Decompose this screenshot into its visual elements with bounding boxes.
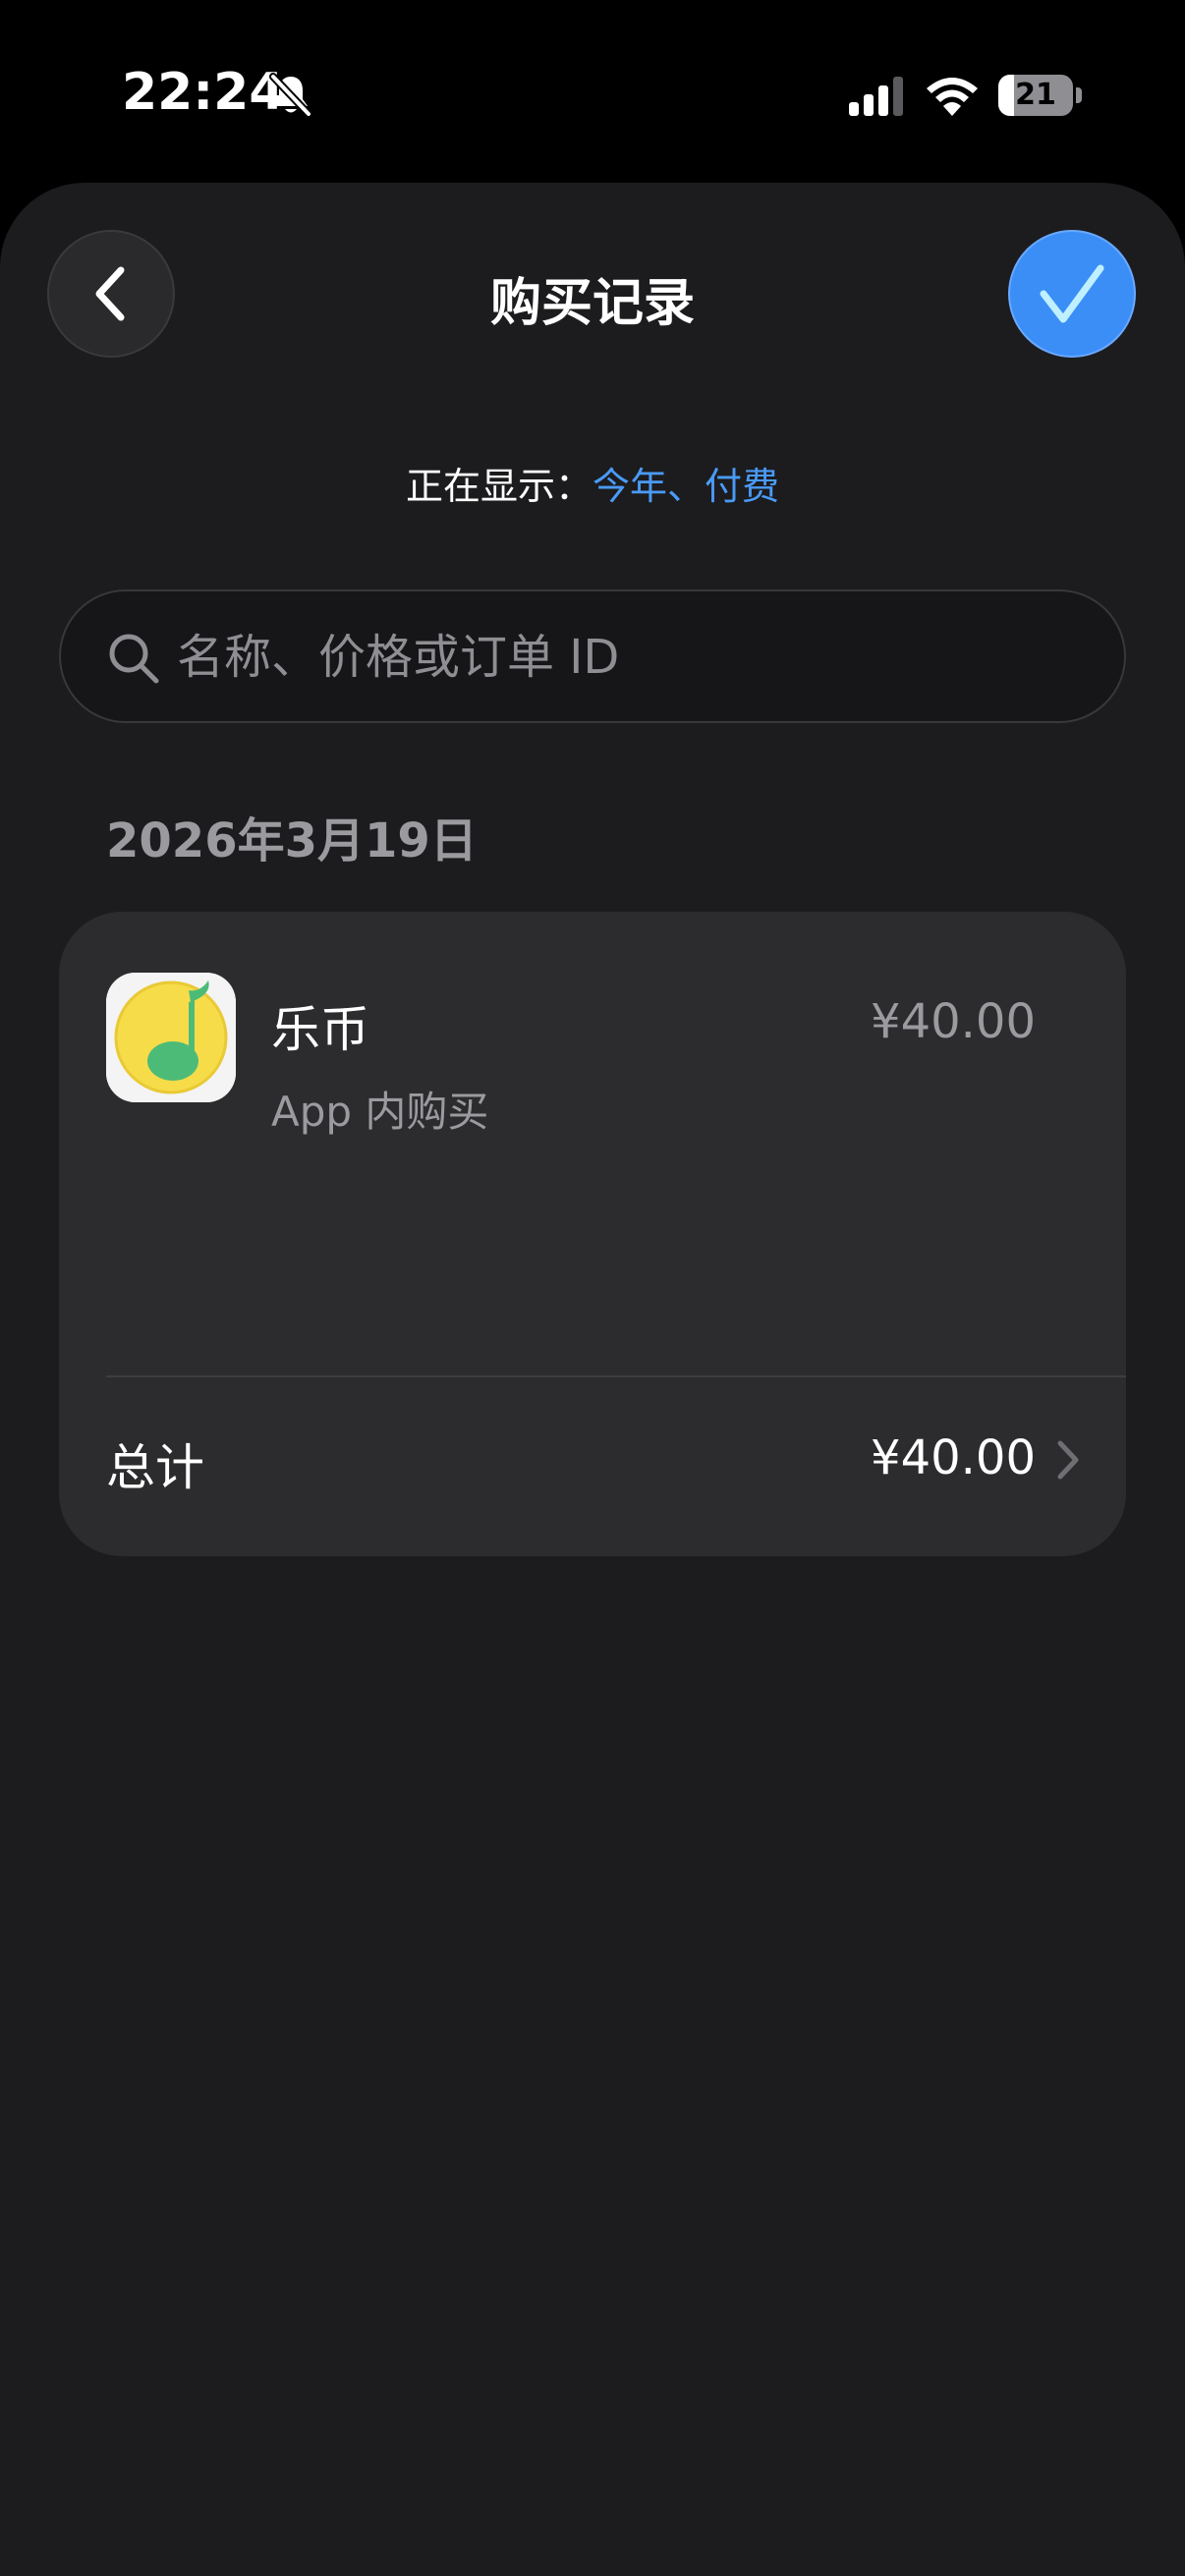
back-button[interactable]	[47, 230, 175, 358]
total-value: ¥40.00	[871, 1430, 1036, 1485]
checkmark-icon	[1040, 264, 1104, 323]
search-box[interactable]	[59, 589, 1126, 723]
music-note-app-icon	[106, 973, 236, 1102]
status-bar: 22:24 21	[0, 0, 1185, 187]
status-time: 22:24	[122, 63, 285, 122]
page-title: 购买记录	[489, 274, 695, 333]
purchase-history-sheet: 购买记录 正在显示：今年、付费 2026年3月19日 乐币 App 内购	[0, 183, 1185, 2576]
battery-body: 21	[998, 75, 1073, 116]
chevron-right-icon	[1057, 1440, 1079, 1480]
item-type: App 内购买	[271, 1088, 489, 1136]
filter-prefix: 正在显示：	[405, 465, 592, 508]
chevron-left-icon	[95, 266, 125, 321]
bell-slash-icon	[269, 73, 312, 118]
filter-value-link[interactable]: 今年、付费	[592, 465, 779, 508]
total-row[interactable]: 总计 ¥40.00	[59, 1377, 1126, 1556]
confirm-button[interactable]	[1008, 230, 1136, 358]
item-price: ¥40.00	[871, 994, 1036, 1049]
battery-cap	[1076, 87, 1082, 103]
purchase-card: 乐币 App 内购买 ¥40.00 总计 ¥40.00	[59, 912, 1126, 1556]
music-note-app-icon-graphic	[106, 973, 236, 1102]
battery-level: 21	[1015, 78, 1056, 112]
search-input[interactable]	[177, 615, 1061, 700]
wifi-icon	[927, 78, 978, 116]
search-icon	[109, 634, 159, 684]
filter-summary[interactable]: 正在显示：今年、付费	[0, 456, 1185, 510]
battery-icon: 21	[998, 75, 1082, 116]
item-name: 乐币	[271, 1001, 369, 1058]
total-label: 总计	[106, 1439, 204, 1496]
cellular-signal-icon	[849, 77, 903, 116]
purchase-date: 2026年3月19日	[106, 813, 478, 868]
